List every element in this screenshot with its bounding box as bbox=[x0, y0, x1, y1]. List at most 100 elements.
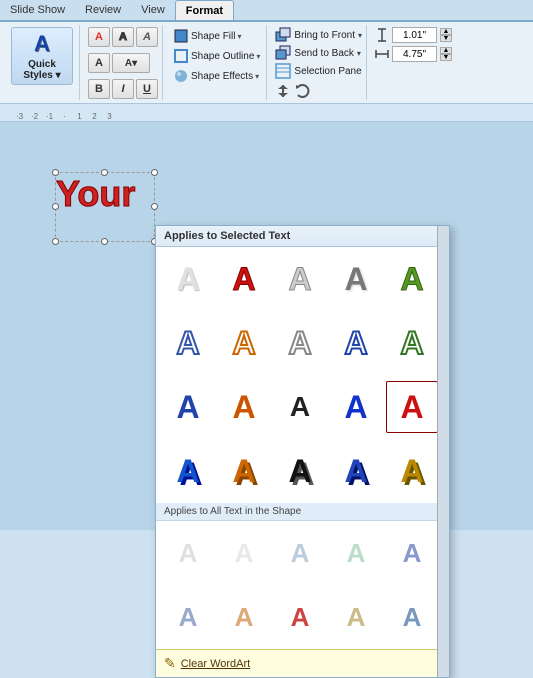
shape-fill-button[interactable]: Shape Fill ▾ bbox=[171, 27, 262, 45]
wordart-style-5[interactable]: A bbox=[386, 253, 438, 305]
wordart-style-3[interactable]: A bbox=[274, 253, 326, 305]
clear-wordart-label: Clear WordArt bbox=[181, 658, 250, 670]
shape-outline-icon bbox=[173, 48, 189, 64]
wordart-style-19[interactable]: A bbox=[330, 445, 382, 497]
popup-grid-row4: A A A A A bbox=[156, 439, 449, 503]
italic-button[interactable]: I bbox=[112, 79, 134, 99]
wordart-style-29[interactable]: A bbox=[330, 591, 382, 643]
handle-top-mid[interactable] bbox=[101, 169, 108, 176]
popup-scrollbar[interactable] bbox=[437, 226, 449, 677]
font-color-button[interactable]: A bbox=[88, 53, 110, 73]
quick-styles-label: QuickStyles ▾ bbox=[23, 59, 60, 81]
wordart-style-6[interactable]: A bbox=[162, 317, 214, 369]
shape-outline-button[interactable]: Shape Outline ▾ bbox=[171, 47, 262, 65]
wordart-style-10[interactable]: A bbox=[386, 317, 438, 369]
bring-to-front-button[interactable]: Bring to Front ▾ bbox=[275, 27, 362, 43]
tab-review[interactable]: Review bbox=[75, 0, 131, 20]
align-icon[interactable] bbox=[275, 83, 291, 99]
width-input[interactable] bbox=[392, 46, 437, 62]
underline-button[interactable]: U bbox=[136, 79, 158, 99]
popup-grid-row2: A A A A A bbox=[156, 311, 449, 375]
clear-wordart-button[interactable]: ✎ Clear WordArt bbox=[156, 649, 449, 677]
ruler: ·3 ·2 ·1 · 1 2 3 bbox=[0, 104, 533, 122]
handle-mid-right[interactable] bbox=[151, 203, 158, 210]
wordart-style-21[interactable]: A bbox=[162, 527, 214, 579]
bring-to-front-icon bbox=[275, 27, 291, 43]
handle-top-right[interactable] bbox=[151, 169, 158, 176]
height-up-button[interactable]: ▲ bbox=[440, 28, 452, 35]
popup-grid-row3: A A A A A bbox=[156, 375, 449, 439]
wordart-style-9[interactable]: A bbox=[330, 317, 382, 369]
wordart-style-4[interactable]: A bbox=[330, 253, 382, 305]
popup-header: Applies to Selected Text bbox=[156, 226, 449, 247]
arrange-section: Bring to Front ▾ Send to Back ▾ Selectio… bbox=[271, 25, 367, 100]
wordart-object[interactable]: Your bbox=[55, 172, 155, 242]
handle-top-left[interactable] bbox=[52, 169, 59, 176]
text-effects-button[interactable]: A bbox=[136, 27, 158, 47]
wordart-style-17[interactable]: A bbox=[218, 445, 270, 497]
popup-grid-s2-row2: A A A A A bbox=[156, 585, 449, 649]
height-row: ▲ ▼ bbox=[375, 27, 452, 43]
wordart-style-18[interactable]: A bbox=[274, 445, 326, 497]
send-to-back-button[interactable]: Send to Back ▾ bbox=[275, 45, 362, 61]
text-fill-button[interactable]: A bbox=[88, 27, 110, 47]
width-up-button[interactable]: ▲ bbox=[440, 47, 452, 54]
wordart-popup: Applies to Selected Text A A A A A A A A… bbox=[155, 225, 450, 678]
wordart-style-15[interactable]: A bbox=[386, 381, 438, 433]
handle-bot-mid[interactable] bbox=[101, 238, 108, 245]
size-section: ▲ ▼ ▲ ▼ bbox=[371, 25, 456, 100]
shape-fill-icon bbox=[173, 28, 189, 44]
wordart-style-25[interactable]: A bbox=[386, 527, 438, 579]
wordart-style-26[interactable]: A bbox=[162, 591, 214, 643]
width-spinner[interactable]: ▲ ▼ bbox=[440, 47, 452, 61]
wordart-style-23[interactable]: A bbox=[274, 527, 326, 579]
shape-fill-arrow: ▾ bbox=[237, 32, 241, 41]
wordart-style-27[interactable]: A bbox=[218, 591, 270, 643]
tab-slideshow[interactable]: Slide Show bbox=[0, 0, 75, 20]
shape-effects-icon bbox=[173, 68, 189, 84]
ruler-marks: ·3 ·2 ·1 · 1 2 3 bbox=[2, 112, 117, 121]
wordart-style-1[interactable]: A bbox=[162, 253, 214, 305]
width-icon bbox=[375, 47, 389, 61]
ribbon-tabs: Slide Show Review View Format bbox=[0, 0, 533, 22]
selection-pane-button[interactable]: Selection Pane bbox=[275, 63, 362, 79]
wordart-style-7[interactable]: A bbox=[218, 317, 270, 369]
shape-effects-arrow: ▾ bbox=[255, 72, 259, 81]
quick-styles-icon: A bbox=[34, 31, 50, 57]
font-highlight-button[interactable]: A▾ bbox=[112, 53, 150, 73]
quick-styles-button[interactable]: A QuickStyles ▾ bbox=[11, 27, 73, 85]
text-outline-button[interactable]: A bbox=[112, 27, 134, 47]
shape-effects-button[interactable]: Shape Effects ▾ bbox=[171, 67, 262, 85]
wordart-style-24[interactable]: A bbox=[330, 527, 382, 579]
ribbon-bar: A QuickStyles ▾ A A A A A▾ B I U Shape F… bbox=[0, 22, 533, 104]
bring-to-front-arrow: ▾ bbox=[358, 31, 362, 40]
handle-mid-left[interactable] bbox=[52, 203, 59, 210]
wordart-style-28[interactable]: A bbox=[274, 591, 326, 643]
clear-wordart-icon: ✎ bbox=[164, 655, 176, 672]
selection-pane-icon bbox=[275, 63, 291, 79]
shape-outline-arrow: ▾ bbox=[256, 52, 260, 61]
tab-format[interactable]: Format bbox=[175, 0, 234, 20]
tab-view[interactable]: View bbox=[131, 0, 175, 20]
wordart-style-14[interactable]: A bbox=[330, 381, 382, 433]
wordart-style-12[interactable]: A bbox=[218, 381, 270, 433]
wordart-style-22[interactable]: A bbox=[218, 527, 270, 579]
wordart-style-16[interactable]: A bbox=[162, 445, 214, 497]
align-distribute-row bbox=[275, 83, 362, 99]
rotate-icon[interactable] bbox=[294, 83, 310, 99]
handle-bot-left[interactable] bbox=[52, 238, 59, 245]
wordart-style-20[interactable]: A bbox=[386, 445, 438, 497]
send-to-back-icon bbox=[275, 45, 291, 61]
wordart-style-8[interactable]: A bbox=[274, 317, 326, 369]
height-input[interactable] bbox=[392, 27, 437, 43]
wordart-style-30[interactable]: A bbox=[386, 591, 438, 643]
height-down-button[interactable]: ▼ bbox=[440, 35, 452, 42]
wordart-style-11[interactable]: A bbox=[162, 381, 214, 433]
text-effects-section: A A A A A▾ B I U bbox=[84, 25, 163, 100]
width-down-button[interactable]: ▼ bbox=[440, 54, 452, 61]
popup-grid-row1: A A A A A bbox=[156, 247, 449, 311]
bold-button[interactable]: B bbox=[88, 79, 110, 99]
height-spinner[interactable]: ▲ ▼ bbox=[440, 28, 452, 42]
wordart-style-13[interactable]: A bbox=[274, 381, 326, 433]
wordart-style-2[interactable]: A bbox=[218, 253, 270, 305]
